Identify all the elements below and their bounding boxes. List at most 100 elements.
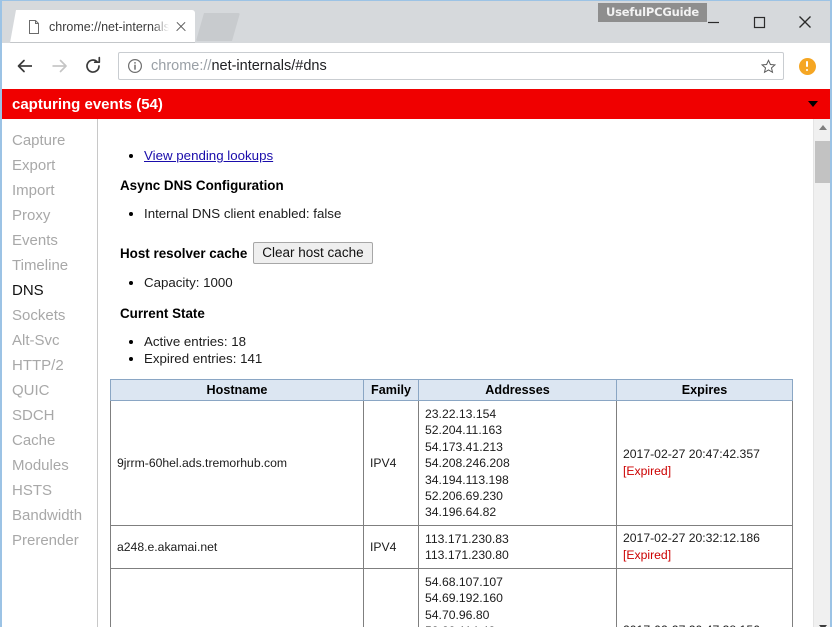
cell-family: IPV4	[363, 567, 419, 627]
cell-expires: 2017-02-27 20:32:12.186 [Expired]	[616, 524, 793, 569]
column-header-family[interactable]: Family	[363, 379, 419, 401]
close-tab-icon[interactable]	[173, 19, 189, 35]
tabstrip-left-spacer	[2, 1, 10, 43]
cell-hostname: a248.e.akamai.net	[110, 524, 364, 569]
browser-toolbar: chrome://net-internals/#dns	[2, 43, 830, 89]
sidebar-item-bandwidth[interactable]: Bandwidth	[2, 503, 97, 528]
scroll-down-arrow[interactable]	[814, 619, 830, 627]
current-state-heading: Current State	[120, 306, 205, 321]
host-cache-table: Hostname Family Addresses Expires 9jrrm-…	[110, 379, 793, 627]
page-body: Capture Export Import Proxy Events Timel…	[2, 119, 830, 627]
address-value: 54.173.41.213	[425, 439, 503, 454]
address-bar[interactable]: chrome://net-internals/#dns	[118, 52, 784, 80]
expired-badge: [Expired]	[623, 547, 672, 562]
sidebar-item-http2[interactable]: HTTP/2	[2, 353, 97, 378]
banner-dropdown-caret[interactable]	[808, 101, 818, 107]
capturing-events-label: capturing events (54)	[12, 95, 163, 113]
reload-icon[interactable]	[78, 51, 108, 81]
table-row: a248.e.akamai.net IPV4 113.171.230.83 11…	[110, 524, 793, 569]
page-icon	[26, 19, 42, 35]
address-value: 52.89.114.48	[425, 623, 610, 627]
cell-expires: 2017-02-27 20:47:42.357 [Expired]	[616, 400, 793, 526]
sidebar-item-export[interactable]: Export	[2, 153, 97, 178]
table-header-row: Hostname Family Addresses Expires	[110, 379, 793, 401]
cell-family: IPV4	[363, 524, 419, 569]
sidebar-item-hsts[interactable]: HSTS	[2, 478, 97, 503]
back-arrow-icon[interactable]	[10, 51, 40, 81]
sidebar-item-alt-svc[interactable]: Alt-Svc	[2, 328, 97, 353]
address-value: 23.22.13.154	[425, 407, 497, 421]
sidebar-item-proxy[interactable]: Proxy	[2, 203, 97, 228]
cell-addresses: 54.68.107.107 54.69.192.160 54.70.96.80 …	[418, 567, 617, 627]
list-item: Expired entries: 141	[144, 350, 830, 367]
column-header-addresses[interactable]: Addresses	[418, 379, 617, 401]
cell-family: IPV4	[363, 400, 419, 526]
vertical-scrollbar[interactable]	[813, 119, 830, 627]
async-dns-configuration-heading: Async DNS Configuration	[120, 178, 284, 193]
sidebar-item-quic[interactable]: QUIC	[2, 378, 97, 403]
expires-timestamp: 2017-02-27 20:32:12.186	[623, 530, 760, 545]
sidebar-item-cache[interactable]: Cache	[2, 428, 97, 453]
expires-timestamp: 2017-02-27 20:47:42.357	[623, 446, 760, 461]
chevron-up-icon	[818, 125, 827, 130]
maximize-button[interactable]	[736, 7, 782, 37]
sidebar-item-modules[interactable]: Modules	[2, 453, 97, 478]
bookmark-star-icon[interactable]	[759, 58, 777, 74]
clear-host-cache-button[interactable]: Clear host cache	[253, 242, 373, 264]
host-resolver-cache-heading: Host resolver cache	[120, 245, 248, 261]
address-value: 54.68.107.107	[425, 574, 503, 589]
browser-tab[interactable]: chrome://net-internals/#	[10, 10, 195, 43]
sidebar-item-import[interactable]: Import	[2, 178, 97, 203]
current-state-heading-wrap: Current State	[110, 305, 830, 323]
dns-panel: View pending lookups Async DNS Configura…	[98, 119, 830, 627]
capacity-list: Capacity: 1000	[110, 274, 830, 291]
scroll-thumb[interactable]	[815, 141, 830, 183]
pending-lookups-block: View pending lookups	[110, 119, 830, 164]
address-value: 54.208.246.208	[425, 456, 510, 471]
address-value: 34.196.64.82	[425, 505, 497, 520]
address-value: 54.70.96.80	[425, 607, 490, 622]
cell-addresses: 23.22.13.154 52.204.11.163 54.173.41.213…	[418, 400, 617, 526]
scroll-up-arrow[interactable]	[814, 119, 830, 136]
cell-hostname	[110, 567, 364, 627]
column-header-expires[interactable]: Expires	[616, 379, 793, 401]
pending-lookups-list: View pending lookups	[110, 147, 830, 164]
new-tab-button[interactable]	[196, 13, 240, 41]
column-header-hostname[interactable]: Hostname	[110, 379, 364, 401]
list-item: Capacity: 1000	[144, 274, 830, 291]
forward-arrow-icon	[44, 51, 74, 81]
sidebar-item-sockets[interactable]: Sockets	[2, 303, 97, 328]
dns-panel-scroll-area: View pending lookups Async DNS Configura…	[110, 119, 830, 627]
address-value: 34.194.113.198	[425, 472, 509, 487]
sidebar-item-sdch[interactable]: SDCH	[2, 403, 97, 428]
warning-badge	[798, 57, 816, 75]
browser-window: chrome://net-internals/# UsefulPCGuide c…	[0, 0, 832, 627]
sidebar-item-prerender[interactable]: Prerender	[2, 528, 97, 553]
tab-title: chrome://net-internals/#	[49, 19, 169, 34]
address-value: 52.206.69.230	[425, 489, 503, 504]
table-header: Hostname Family Addresses Expires	[110, 379, 793, 401]
capturing-events-banner: capturing events (54)	[2, 89, 830, 119]
menu-update-warning-icon[interactable]	[792, 51, 822, 81]
url-path: net-internals/#dns	[211, 58, 327, 74]
cell-addresses: 113.171.230.83 113.171.230.80	[418, 524, 617, 569]
cell-expires: 2017-02-27 20:47:38.156	[616, 567, 793, 627]
sidebar-item-timeline[interactable]: Timeline	[2, 253, 97, 278]
close-button[interactable]	[782, 7, 828, 37]
sidebar-item-events[interactable]: Events	[2, 228, 97, 253]
list-item: Internal DNS client enabled: false	[144, 205, 830, 222]
window-controls	[690, 1, 828, 43]
address-value: 113.171.230.83	[425, 531, 509, 546]
minimize-button[interactable]	[690, 7, 736, 37]
table-row: 9jrrm-60hel.ads.tremorhub.com IPV4 23.22…	[110, 400, 793, 526]
host-resolver-cache-row: Host resolver cache Clear host cache	[110, 242, 830, 264]
view-pending-lookups-link[interactable]: View pending lookups	[144, 148, 273, 163]
url-text[interactable]: chrome://net-internals/#dns	[151, 58, 759, 74]
info-circle-icon[interactable]	[127, 58, 143, 74]
sidebar-item-dns[interactable]: DNS	[2, 278, 97, 303]
sidebar-item-capture[interactable]: Capture	[2, 128, 97, 153]
table-row: IPV4 54.68.107.107 54.69.192.160 54.70.9…	[110, 567, 793, 627]
